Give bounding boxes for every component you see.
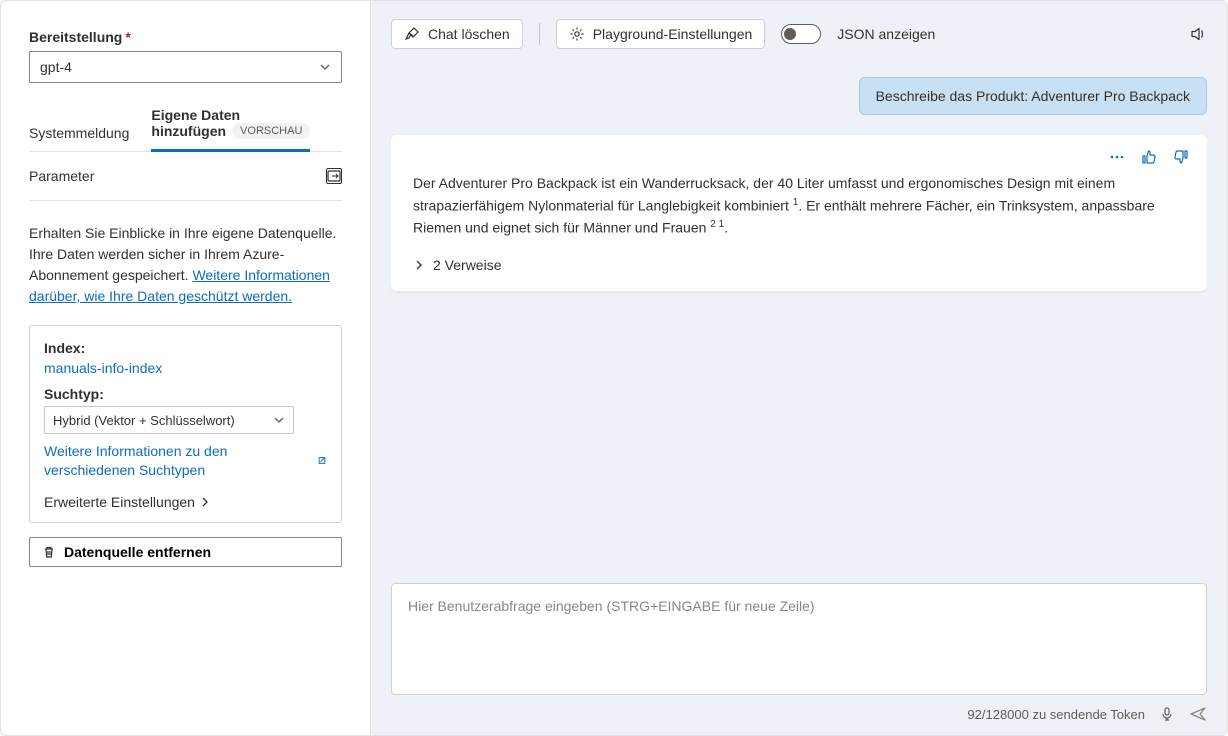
chat-main: Chat löschen Playground-Einstellungen JS… <box>371 1 1227 735</box>
tab-add-own-data[interactable]: Eigene Daten hinzufügen VORSCHAU <box>151 107 310 152</box>
chevron-right-icon <box>199 496 211 508</box>
searchtype-info-link[interactable]: Weitere Informationen zu den verschieden… <box>44 442 327 480</box>
config-tabs: Systemmeldung Eigene Daten hinzufügen VO… <box>29 107 342 152</box>
trash-icon <box>42 545 56 559</box>
remove-data-source-button[interactable]: Datenquelle entfernen <box>29 537 342 567</box>
searchtype-label: Suchtyp: <box>44 386 327 402</box>
toggle-knob <box>784 28 796 40</box>
data-source-box: Index: manuals-info-index Suchtyp: Hybri… <box>29 325 342 523</box>
chat-input-box[interactable]: Hier Benutzerabfrage eingeben (STRG+EING… <box>391 583 1207 695</box>
preview-badge: VORSCHAU <box>232 123 310 139</box>
message-actions <box>1109 149 1189 165</box>
gear-icon <box>569 26 585 42</box>
required-asterisk: * <box>125 29 130 45</box>
chat-toolbar: Chat löschen Playground-Einstellungen JS… <box>391 19 1207 49</box>
index-label: Index: <box>44 340 327 356</box>
searchtype-select[interactable]: Hybrid (Vektor + Schlüsselwort) <box>44 406 294 434</box>
chevron-right-icon <box>413 259 425 271</box>
speaker-icon[interactable] <box>1189 25 1207 43</box>
thumbs-down-icon[interactable] <box>1173 149 1189 165</box>
broom-icon <box>404 26 420 42</box>
chat-input-placeholder: Hier Benutzerabfrage eingeben (STRG+EING… <box>408 598 1190 614</box>
citation-2[interactable]: 2 1 <box>710 219 724 230</box>
toolbar-divider <box>539 23 540 45</box>
chevron-down-icon <box>319 61 331 73</box>
microphone-icon[interactable] <box>1159 706 1175 722</box>
send-icon[interactable] <box>1189 705 1207 723</box>
deployment-select[interactable]: gpt-4 <box>29 51 342 83</box>
json-toggle[interactable] <box>781 24 821 44</box>
expand-panel-icon[interactable] <box>326 168 342 184</box>
token-count: 92/128000 zu sendende Token <box>967 707 1145 722</box>
index-value-link[interactable]: manuals-info-index <box>44 360 327 376</box>
chevron-down-icon <box>273 414 285 426</box>
info-text: Erhalten Sie Einblicke in Ihre eigene Da… <box>29 223 342 307</box>
json-toggle-label: JSON anzeigen <box>837 26 935 42</box>
user-message: Beschreibe das Produkt: Adventurer Pro B… <box>859 77 1207 115</box>
parameter-row[interactable]: Parameter <box>29 152 342 201</box>
clear-chat-button[interactable]: Chat löschen <box>391 19 523 49</box>
chat-footer: 92/128000 zu sendende Token <box>391 705 1207 723</box>
config-sidebar: Bereitstellung* gpt-4 Systemmeldung Eige… <box>1 1 371 735</box>
chat-messages: Beschreibe das Produkt: Adventurer Pro B… <box>391 77 1207 583</box>
assistant-message-text: Der Adventurer Pro Backpack ist ein Wand… <box>413 173 1185 239</box>
advanced-settings-toggle[interactable]: Erweiterte Einstellungen <box>44 494 327 510</box>
deployment-label: Bereitstellung* <box>29 29 342 45</box>
references-toggle[interactable]: 2 Verweise <box>413 257 1185 273</box>
external-link-icon <box>317 454 327 467</box>
playground-settings-button[interactable]: Playground-Einstellungen <box>556 19 766 49</box>
tab-system-message[interactable]: Systemmeldung <box>29 125 129 151</box>
more-actions-icon[interactable] <box>1109 149 1125 165</box>
thumbs-up-icon[interactable] <box>1141 149 1157 165</box>
assistant-message: Der Adventurer Pro Backpack ist ein Wand… <box>391 135 1207 291</box>
